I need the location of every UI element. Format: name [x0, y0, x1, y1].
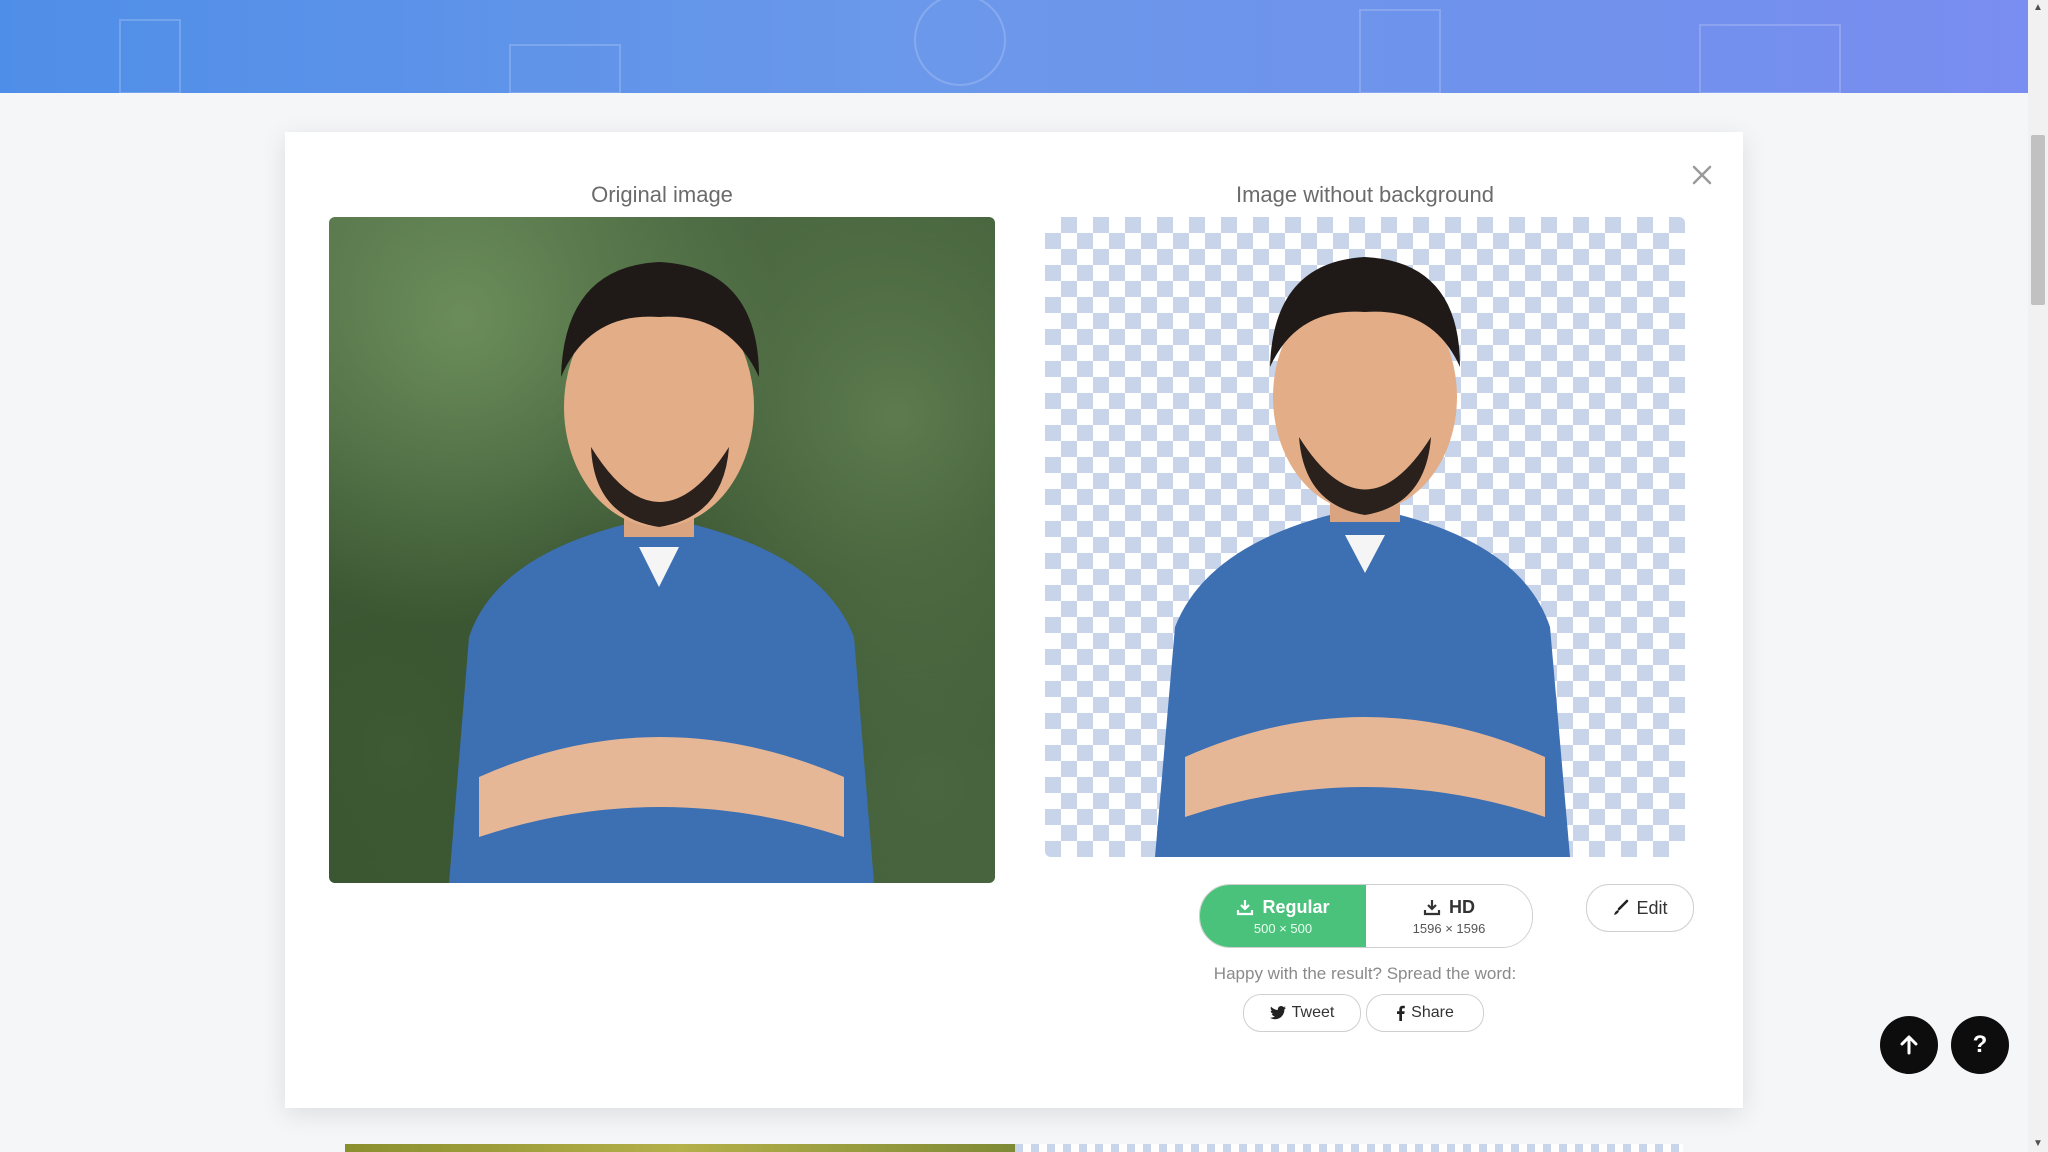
banner-pattern: [119, 0, 1841, 93]
arrow-up-icon: [1900, 1035, 1918, 1055]
share-prompt: Happy with the result? Spread the word:: [1213, 964, 1517, 983]
hd-label: HD: [1449, 896, 1475, 917]
tweet-button[interactable]: Tweet: [1243, 994, 1361, 1032]
help-label: ?: [1972, 1031, 1988, 1058]
edit-button[interactable]: Edit: [1586, 884, 1694, 932]
download-options: Regular 500 × 500 HD 1596 × 1596: [1199, 884, 1533, 948]
original-image-title: Original image: [591, 182, 733, 207]
share-label: Share: [1411, 1004, 1454, 1021]
next-result-preview: [1015, 1144, 1683, 1152]
regular-size: 500 × 500: [1253, 920, 1313, 936]
result-image-title: Image without background: [1235, 182, 1495, 207]
original-image: [329, 217, 995, 883]
download-icon: [1423, 900, 1441, 916]
page-scrollbar[interactable]: ▲ ▼: [2028, 0, 2048, 1152]
next-example-preview: [345, 1144, 1683, 1152]
download-icon: [1237, 900, 1254, 916]
close-icon: [1692, 165, 1712, 185]
scroll-to-top-button[interactable]: [1880, 1016, 1938, 1074]
download-regular-button[interactable]: Regular 500 × 500: [1200, 885, 1366, 947]
close-button[interactable]: [1685, 158, 1719, 192]
next-original-preview: [345, 1144, 1015, 1152]
facebook-share-button[interactable]: Share: [1366, 994, 1484, 1032]
scroll-down-arrow-icon[interactable]: ▼: [2028, 1136, 2048, 1152]
brush-icon: [1614, 899, 1629, 915]
hd-size: 1596 × 1596: [1412, 920, 1486, 936]
regular-label: Regular: [1262, 896, 1330, 917]
twitter-icon: [1269, 1006, 1286, 1020]
tweet-label: Tweet: [1291, 1004, 1335, 1021]
download-hd-button[interactable]: HD 1596 × 1596: [1366, 885, 1532, 947]
background-removed-image: [1045, 217, 1685, 857]
scroll-up-arrow-icon[interactable]: ▲: [2028, 0, 2048, 16]
result-modal: Original image Image without background: [285, 132, 1743, 1108]
header-banner: [0, 0, 2028, 93]
scroll-thumb[interactable]: [2031, 135, 2045, 305]
person-figure: [449, 262, 874, 883]
help-button[interactable]: ?: [1951, 1016, 2009, 1074]
edit-label: Edit: [1636, 897, 1668, 918]
person-figure: [1155, 257, 1570, 857]
facebook-icon: [1397, 1005, 1405, 1021]
